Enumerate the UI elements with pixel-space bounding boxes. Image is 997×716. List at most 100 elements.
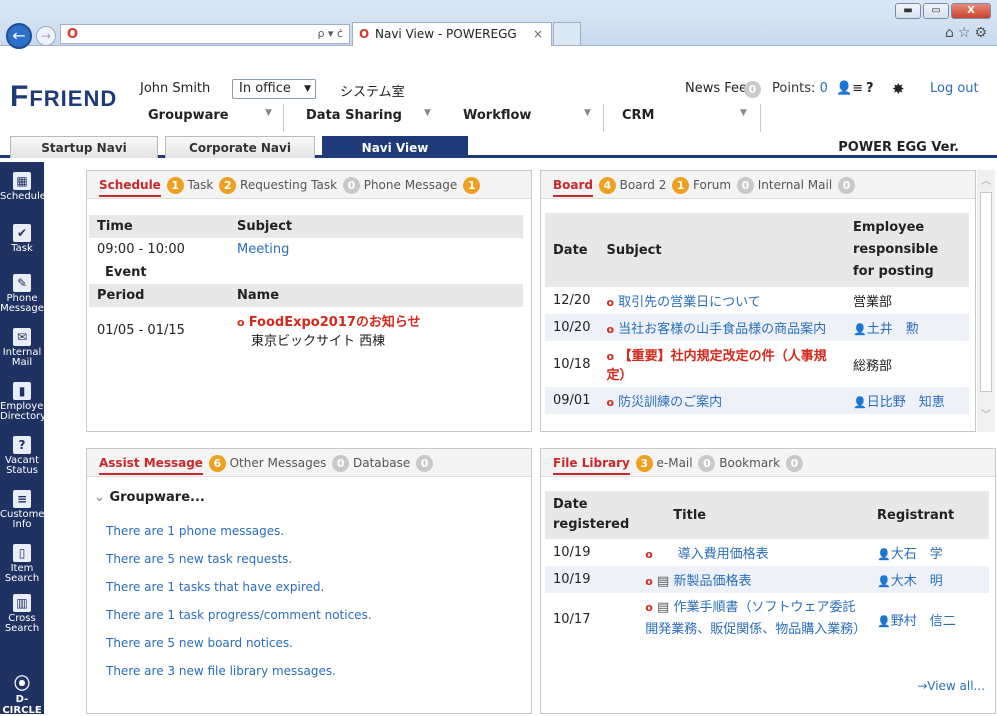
assist-message-link[interactable]: There are 3 new file library messages. bbox=[106, 664, 336, 678]
sidebar-item-customer-info[interactable]: ≡ Customer Info bbox=[0, 490, 49, 530]
user-list-icon[interactable]: 👤≡ bbox=[836, 81, 863, 96]
assist-message-link[interactable]: There are 1 phone messages. bbox=[106, 524, 284, 538]
new-tab-button[interactable] bbox=[553, 22, 581, 46]
help-icon[interactable]: ? bbox=[866, 81, 874, 96]
cross-search-icon: ▥ bbox=[13, 594, 31, 612]
tab-board[interactable]: Board bbox=[553, 178, 593, 197]
tab-board-2[interactable]: Board 2 bbox=[620, 178, 667, 192]
sidebar-item-cross-search[interactable]: ▥ Cross Search bbox=[0, 594, 44, 634]
count-badge: 6 bbox=[208, 455, 226, 472]
logout-link[interactable]: Log out bbox=[930, 81, 979, 96]
tab-bookmark[interactable]: Bookmark bbox=[719, 456, 780, 470]
power-egg-logo-icon: O bbox=[67, 27, 79, 42]
groupware-section[interactable]: ⌄ Groupware... bbox=[94, 490, 205, 505]
tab-file-library[interactable]: File Library bbox=[553, 456, 630, 475]
tab-phone-message[interactable]: Phone Message bbox=[364, 178, 458, 192]
date-cell: 10/18 bbox=[553, 356, 591, 372]
subject-link[interactable]: o 取引先の営業日について bbox=[598, 287, 845, 314]
subject-link[interactable]: Meeting bbox=[229, 238, 523, 261]
registrant-link[interactable]: 👤野村 信二 bbox=[869, 593, 989, 645]
menu-groupware[interactable]: Groupware bbox=[148, 108, 229, 123]
sidebar-item-vacant-status[interactable]: ? Vacant Status bbox=[0, 436, 44, 476]
maximize-button[interactable]: ▭ bbox=[923, 3, 949, 19]
tab-other-messages[interactable]: Other Messages bbox=[230, 456, 327, 470]
scroll-up-icon[interactable]: ︿ bbox=[981, 172, 991, 187]
sidebar-item-task[interactable]: ✔ Task bbox=[0, 224, 44, 254]
tab-email[interactable]: e-Mail bbox=[657, 456, 693, 470]
board-table: Date Subject Employee responsible for post… bbox=[545, 213, 969, 414]
tab-close-icon[interactable]: × bbox=[533, 23, 543, 45]
tab-requesting-task[interactable]: Requesting Task bbox=[240, 178, 337, 192]
table-row: 10/17 o ▤ 作業手順書（ソフトウェア委託開発業務、販促関係、物品購入業務）… bbox=[545, 593, 989, 645]
board-scrollbar[interactable]: ︿ ﹀ bbox=[977, 170, 995, 432]
file-library-panel: File Library 3 e-Mail 0 Bookmark 0 Date … bbox=[540, 448, 996, 714]
menu-workflow[interactable]: Workflow bbox=[463, 108, 531, 123]
table-row: 12/20 o 取引先の営業日について 営業部 bbox=[545, 287, 969, 314]
browser-toolbar-icons[interactable]: ⌂☆⚙ bbox=[945, 25, 991, 41]
col-title: Title bbox=[637, 491, 869, 539]
tab-forum[interactable]: Forum bbox=[693, 178, 731, 192]
sidebar-item-internal-mail[interactable]: ✉ Internal Mail bbox=[0, 328, 44, 368]
status-select[interactable]: In office ▼ bbox=[232, 79, 316, 99]
address-bar[interactable]: O ρ ▾ ċ bbox=[60, 24, 350, 44]
chevron-down-icon[interactable]: ▼ bbox=[424, 108, 431, 118]
poster-link[interactable]: 👤土井 勲 bbox=[845, 314, 969, 341]
title-link[interactable]: o ▤ 作業手順書（ソフトウェア委託開発業務、販促関係、物品購入業務） bbox=[637, 593, 869, 645]
event-name-link[interactable]: FoodExpo2017のお知らせ bbox=[249, 315, 421, 330]
tab-startup-navi[interactable]: Startup Navi bbox=[10, 136, 158, 158]
unread-marker-icon: o bbox=[606, 396, 615, 409]
scrollbar-thumb[interactable] bbox=[980, 192, 992, 392]
forward-button[interactable]: → bbox=[36, 26, 56, 46]
subject-link[interactable]: o 【重要】社内規定改定の件（人事規定） bbox=[598, 341, 845, 387]
chevron-down-icon[interactable]: ▼ bbox=[740, 108, 747, 118]
browser-tab[interactable]: O Navi View - POWEREGG × bbox=[352, 22, 552, 46]
unread-marker-icon: o bbox=[606, 296, 615, 309]
chevron-down-icon[interactable]: ▼ bbox=[265, 108, 272, 118]
registrant-link[interactable]: 👤大木 明 bbox=[869, 566, 989, 593]
window-controls: ▬ ▭ X bbox=[893, 3, 991, 19]
news-feed-count-badge: 0 bbox=[744, 81, 761, 98]
sidebar-item-schedule[interactable]: ▦ Schedule bbox=[0, 172, 46, 202]
sidebar-item-phone-message[interactable]: ✎ Phone Message bbox=[0, 274, 44, 314]
tab-task[interactable]: Task bbox=[187, 178, 213, 192]
date-cell: 10/20 bbox=[545, 314, 599, 341]
count-badge: 0 bbox=[416, 455, 434, 472]
tab-database[interactable]: Database bbox=[353, 456, 410, 470]
assist-message-link[interactable]: There are 5 new task requests. bbox=[106, 552, 292, 566]
chevron-down-icon[interactable]: ▼ bbox=[584, 108, 591, 118]
settings-gear-icon[interactable]: ✸ bbox=[892, 80, 905, 98]
tab-navi-view[interactable]: Navi View bbox=[322, 136, 468, 158]
close-button[interactable]: X bbox=[951, 3, 991, 19]
title-link[interactable]: o ▤ 新製品価格表 bbox=[637, 566, 869, 593]
table-row: 10/19 o 導入費用価格表 👤大石 学 bbox=[545, 539, 989, 566]
item-search-icon: ▯ bbox=[13, 544, 31, 562]
assist-message-link[interactable]: There are 1 tasks that have expired. bbox=[106, 580, 324, 594]
search-refresh-icons[interactable]: ρ ▾ ċ bbox=[317, 27, 343, 40]
minimize-button[interactable]: ▬ bbox=[895, 3, 921, 19]
poster-link[interactable]: 👤日比野 知恵 bbox=[845, 387, 969, 414]
collapse-icon[interactable]: ⌄ bbox=[94, 490, 105, 505]
menu-crm[interactable]: CRM bbox=[622, 108, 655, 123]
sidebar-item-employee-directory[interactable]: ▮ Employee Directory bbox=[0, 382, 50, 422]
menu-data-sharing[interactable]: Data Sharing bbox=[306, 108, 402, 123]
tab-assist-message[interactable]: Assist Message bbox=[99, 456, 203, 475]
board-panel-tabs: Board 4 Board 2 1 Forum 0 Internal Mail … bbox=[541, 171, 975, 199]
count-badge: 0 bbox=[736, 177, 754, 194]
scroll-down-icon[interactable]: ﹀ bbox=[981, 406, 991, 421]
tab-corporate-navi[interactable]: Corporate Navi bbox=[165, 136, 315, 158]
registrant-link[interactable]: 👤大石 学 bbox=[869, 539, 989, 566]
subject-link[interactable]: o 当社お客様の山手食品様の商品案内 bbox=[598, 314, 845, 341]
tab-internal-mail[interactable]: Internal Mail bbox=[758, 178, 832, 192]
view-all-link[interactable]: →View all... bbox=[917, 679, 985, 693]
assist-message-link[interactable]: There are 1 task progress/comment notice… bbox=[106, 608, 372, 622]
tab-schedule[interactable]: Schedule bbox=[99, 178, 161, 197]
sidebar-item-item-search[interactable]: ▯ Item Search bbox=[0, 544, 44, 584]
assist-message-link[interactable]: There are 5 new board notices. bbox=[106, 636, 293, 650]
points-label: Points: 0 bbox=[772, 81, 828, 96]
subject-link[interactable]: o 防災訓練のご案内 bbox=[598, 387, 845, 414]
count-badge: 0 bbox=[838, 177, 855, 194]
points-value[interactable]: 0 bbox=[820, 81, 828, 96]
back-button[interactable]: ← bbox=[6, 23, 32, 49]
title-link[interactable]: o 導入費用価格表 bbox=[637, 539, 869, 566]
count-badge: 1 bbox=[672, 177, 690, 194]
